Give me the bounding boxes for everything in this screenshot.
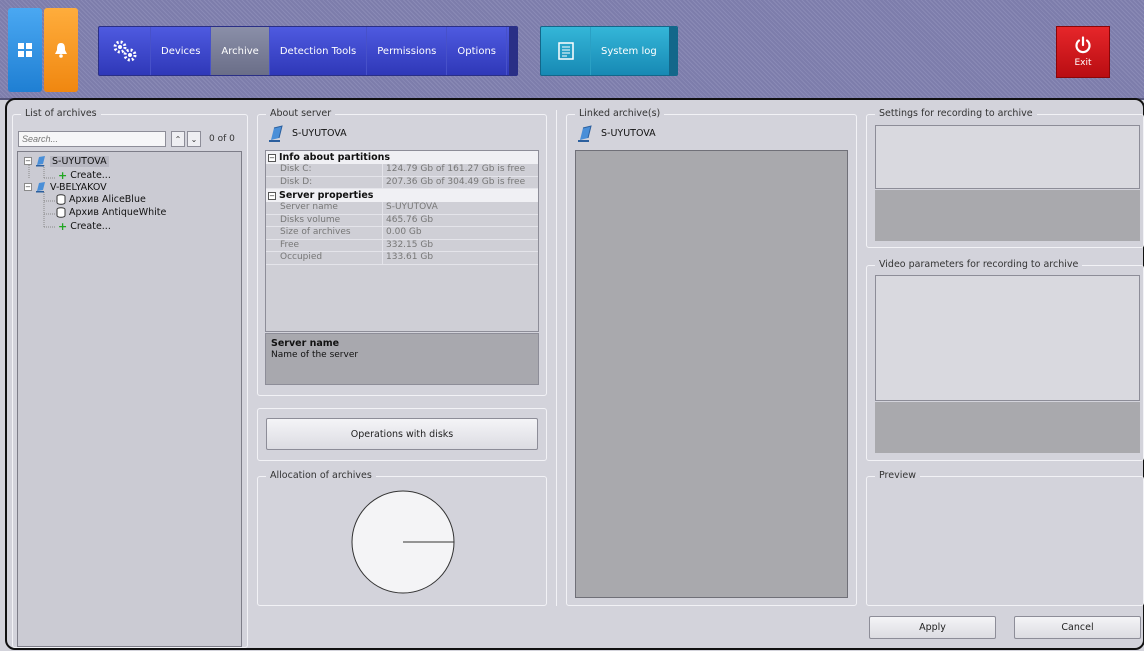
server-icon bbox=[36, 156, 45, 167]
linked-archives-title: Linked archive(s) bbox=[575, 108, 665, 119]
property-key: Disk D: bbox=[266, 176, 383, 188]
tree-node-create-2[interactable]: + Create... bbox=[58, 220, 111, 233]
tab-devices[interactable]: Devices bbox=[151, 27, 212, 75]
operations-with-disks-button[interactable]: Operations with disks bbox=[266, 418, 538, 450]
property-row[interactable]: Disk D: 207.36 Gb of 304.49 Gb is free bbox=[266, 176, 538, 189]
server-icon bbox=[269, 125, 283, 142]
settings-gears-icon[interactable] bbox=[99, 27, 151, 75]
tree-node-label: Create... bbox=[70, 221, 111, 232]
about-server-name: S-UYUTOVA bbox=[292, 128, 347, 139]
property-key: Disk C: bbox=[266, 164, 383, 176]
allocation-title: Allocation of archives bbox=[266, 470, 376, 481]
tree-node-archive-2[interactable]: Архив AntiqueWhite bbox=[56, 207, 166, 218]
about-server-title: About server bbox=[266, 108, 336, 119]
property-value: 124.79 Gb of 161.27 Gb is free bbox=[386, 164, 526, 174]
database-icon bbox=[56, 207, 66, 218]
property-key: Occupied bbox=[266, 252, 383, 264]
allocation-pie-chart bbox=[351, 490, 455, 594]
group-endcap bbox=[509, 27, 517, 75]
description-title: Server name bbox=[271, 338, 340, 349]
collapse-icon[interactable]: − bbox=[268, 153, 276, 162]
tree-node-label: V-BELYAKOV bbox=[50, 181, 107, 193]
property-row[interactable]: Size of archives 0.00 Gb bbox=[266, 227, 538, 240]
video-params-area bbox=[875, 275, 1140, 401]
system-log-group[interactable]: System log bbox=[540, 26, 678, 76]
system-log-label: System log bbox=[601, 45, 657, 57]
search-input[interactable] bbox=[18, 131, 166, 147]
properties-section-header[interactable]: − Server properties bbox=[266, 189, 538, 202]
collapse-icon[interactable]: − bbox=[24, 183, 32, 191]
collapse-icon[interactable]: − bbox=[24, 157, 32, 165]
property-value: 207.36 Gb of 304.49 Gb is free bbox=[386, 176, 526, 187]
tree-node-label: S-UYUTOVA bbox=[50, 155, 109, 167]
property-row[interactable]: Server name S-UYUTOVA bbox=[266, 202, 538, 215]
partitions-section-header[interactable]: − Info about partitions bbox=[266, 151, 538, 164]
tab-permissions[interactable]: Permissions bbox=[367, 27, 448, 75]
exit-label: Exit bbox=[1074, 58, 1092, 68]
search-count: 0 of 0 bbox=[209, 134, 235, 144]
recording-settings-title: Settings for recording to archive bbox=[875, 108, 1037, 119]
property-value: 465.76 Gb bbox=[386, 214, 434, 225]
cancel-button[interactable]: Cancel bbox=[1014, 616, 1141, 639]
tab-archive[interactable]: Archive bbox=[211, 27, 270, 75]
property-value: S-UYUTOVA bbox=[386, 202, 438, 212]
property-row[interactable]: Free 332.15 Gb bbox=[266, 239, 538, 252]
column-divider bbox=[556, 110, 557, 606]
tree-connector-lines bbox=[28, 163, 56, 228]
windows-icon[interactable] bbox=[8, 8, 42, 92]
property-value: 332.15 Gb bbox=[386, 239, 434, 250]
log-document-icon bbox=[541, 27, 591, 75]
server-icon bbox=[578, 125, 592, 142]
preview-title: Preview bbox=[875, 470, 920, 481]
video-params-footer bbox=[875, 402, 1140, 453]
server-property-grid[interactable]: − Info about partitions Disk C: 124.79 Gb… bbox=[265, 150, 539, 332]
plus-icon: + bbox=[58, 220, 68, 233]
property-key: Server name bbox=[266, 202, 383, 214]
property-value: 0.00 Gb bbox=[386, 227, 422, 237]
collapse-icon[interactable]: − bbox=[268, 191, 276, 200]
property-key: Free bbox=[266, 239, 383, 251]
property-row[interactable]: Occupied 133.61 Gb bbox=[266, 252, 538, 265]
power-icon bbox=[1075, 36, 1091, 54]
tree-node-label: Архив AliceBlue bbox=[69, 194, 146, 205]
database-icon bbox=[56, 194, 66, 205]
properties-header-label: Server properties bbox=[279, 190, 374, 201]
property-row[interactable]: Disk C: 124.79 Gb of 161.27 Gb is free bbox=[266, 164, 538, 177]
apply-button[interactable]: Apply bbox=[869, 616, 996, 639]
property-value: 133.61 Gb bbox=[386, 252, 434, 262]
linked-archives-list[interactable] bbox=[575, 150, 848, 598]
video-params-title: Video parameters for recording to archiv… bbox=[875, 259, 1083, 270]
recording-settings-area bbox=[875, 125, 1140, 189]
partitions-header-label: Info about partitions bbox=[279, 152, 391, 163]
search-down-button[interactable]: ⌄ bbox=[187, 131, 201, 147]
exit-button[interactable]: Exit bbox=[1056, 26, 1110, 78]
tree-node-server-2[interactable]: − V-BELYAKOV bbox=[24, 181, 107, 193]
tree-node-archive-1[interactable]: Архив AliceBlue bbox=[56, 194, 146, 205]
linked-server-name: S-UYUTOVA bbox=[601, 128, 656, 139]
property-row[interactable]: Disks volume 465.76 Gb bbox=[266, 214, 538, 227]
property-description: Server name Name of the server bbox=[265, 333, 539, 385]
archives-panel-title: List of archives bbox=[21, 108, 101, 119]
main-menu-group: Devices Archive Detection Tools Permissi… bbox=[98, 26, 518, 76]
group-endcap bbox=[669, 27, 677, 75]
search-up-button[interactable]: ⌃ bbox=[171, 131, 185, 147]
description-text: Name of the server bbox=[271, 350, 359, 360]
tree-node-label: Create... bbox=[70, 170, 111, 181]
property-key: Size of archives bbox=[266, 227, 383, 239]
bell-icon[interactable] bbox=[44, 8, 78, 92]
tree-node-server-1[interactable]: − S-UYUTOVA bbox=[24, 155, 109, 167]
tab-options[interactable]: Options bbox=[447, 27, 507, 75]
archive-tree[interactable]: − S-UYUTOVA + Create... − V-BELYAKOV Арх… bbox=[17, 151, 242, 647]
tab-detection-tools[interactable]: Detection Tools bbox=[270, 27, 368, 75]
recording-settings-footer bbox=[875, 190, 1140, 241]
property-key: Disks volume bbox=[266, 214, 383, 226]
top-toolbar: Devices Archive Detection Tools Permissi… bbox=[0, 0, 1144, 100]
server-icon bbox=[36, 182, 45, 193]
preview-panel: Preview bbox=[866, 470, 1144, 606]
tree-node-label: Архив AntiqueWhite bbox=[69, 207, 167, 218]
